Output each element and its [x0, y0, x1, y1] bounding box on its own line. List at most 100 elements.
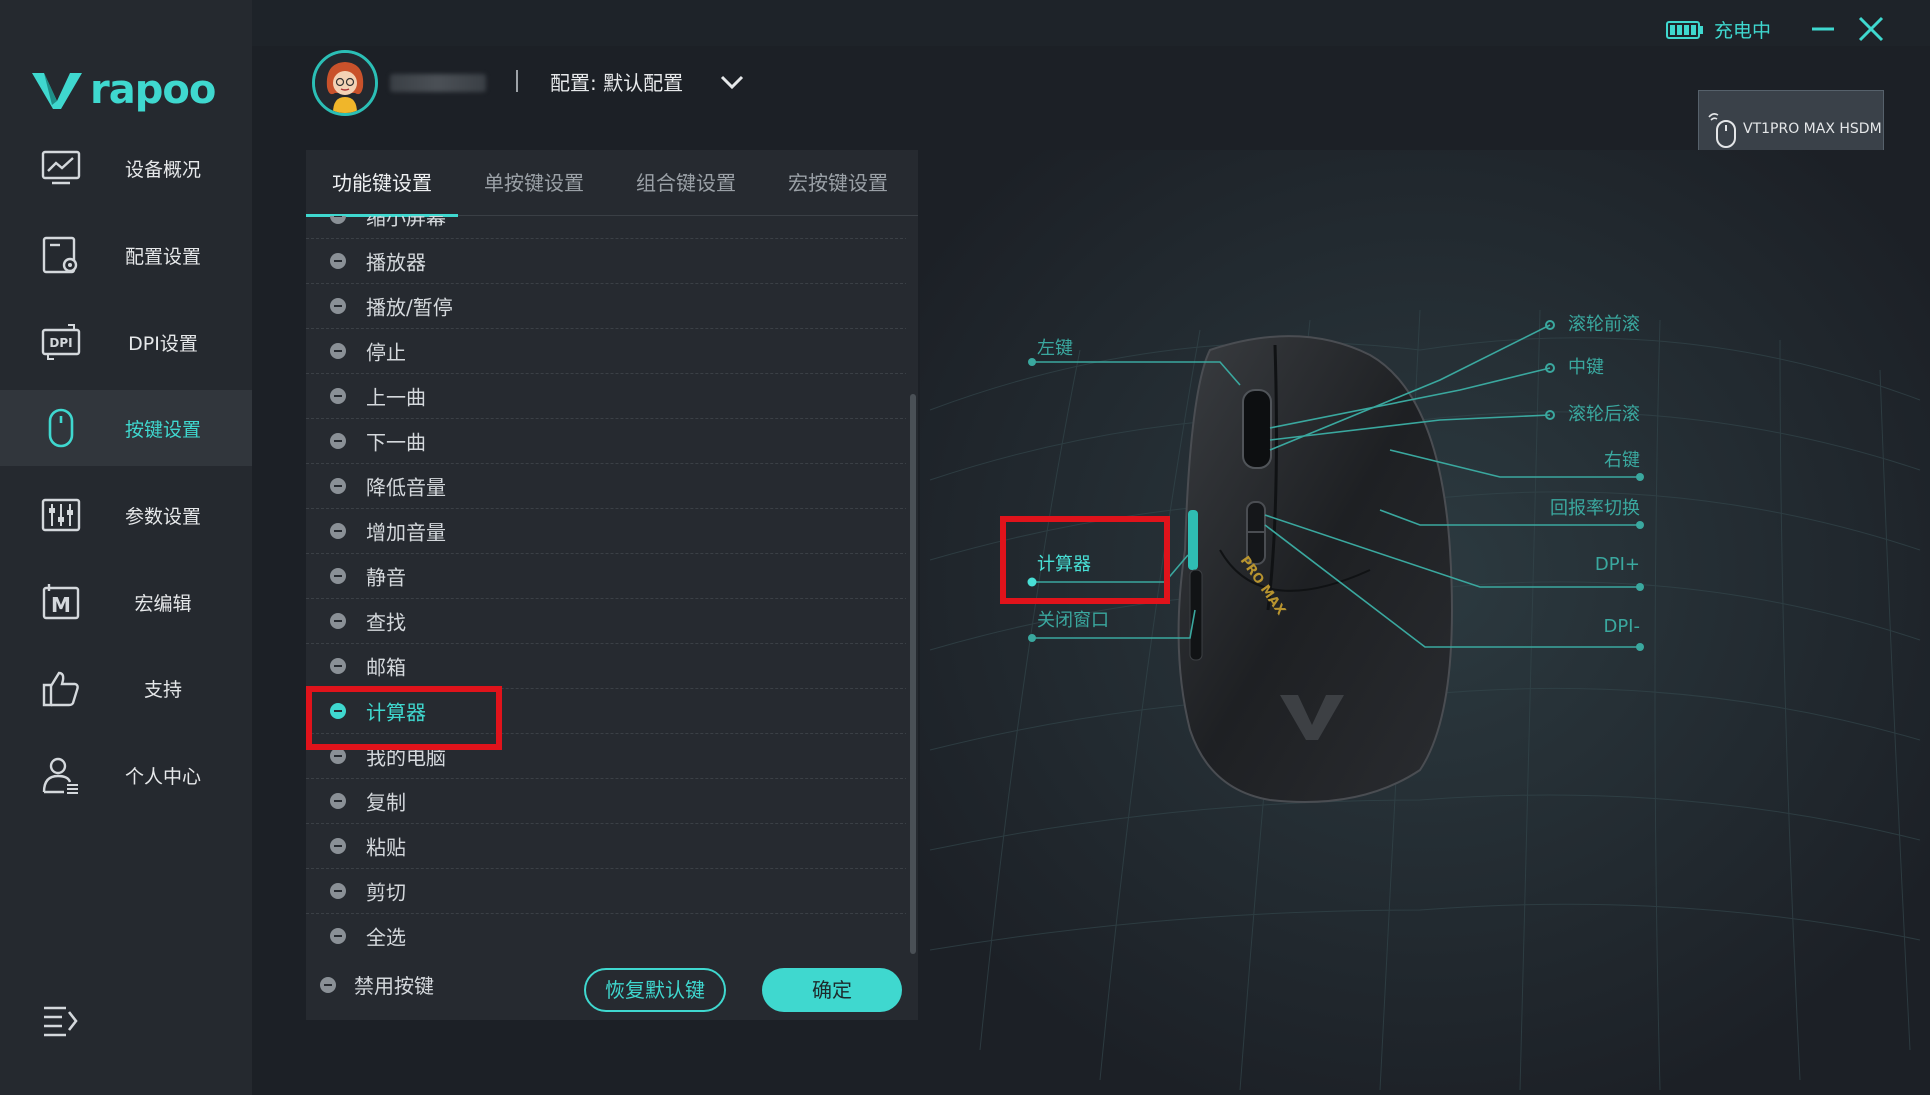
- user-center-icon: [42, 757, 78, 794]
- list-item[interactable]: 粘贴: [306, 824, 906, 869]
- radio-icon: [330, 343, 346, 359]
- sidebar-item-device-overview[interactable]: 设备概况: [0, 130, 252, 206]
- radio-icon: [330, 658, 346, 674]
- key-function-panel: 功能键设置 单按键设置 组合键设置 宏按键设置 缩小屏幕 播放器 播放/暂停 停…: [306, 150, 918, 1020]
- sidebar-item-label: 支持: [143, 678, 182, 701]
- list-item-label: 上一曲: [366, 385, 426, 410]
- sidebar-item-key-settings[interactable]: 按键设置: [0, 390, 252, 466]
- callout-side-button-front[interactable]: 计算器: [1037, 550, 1091, 576]
- list-item[interactable]: 我的电脑: [306, 734, 906, 779]
- radio-icon: [330, 478, 346, 494]
- tab-function-keys[interactable]: 功能键设置: [306, 150, 458, 217]
- callout-left-button[interactable]: 左键: [1037, 334, 1073, 360]
- sidebar-item-parameter-settings[interactable]: 参数设置: [0, 477, 252, 553]
- radio-icon: [330, 523, 346, 539]
- avatar[interactable]: [312, 50, 378, 116]
- tab-bar: 功能键设置 单按键设置 组合键设置 宏按键设置: [306, 150, 918, 217]
- callout-dpi-down[interactable]: DPI-: [1520, 616, 1640, 637]
- list-item-label: 增加音量: [366, 520, 446, 545]
- tab-macro-key[interactable]: 宏按键设置: [762, 150, 914, 216]
- list-item[interactable]: 邮箱: [306, 644, 906, 689]
- radio-icon: [330, 298, 346, 314]
- dpi-icon: DPI: [41, 324, 81, 360]
- list-item[interactable]: 查找: [306, 599, 906, 644]
- list-item-label: 我的电脑: [366, 745, 446, 770]
- wireless-mouse-icon: [1708, 113, 1736, 148]
- disable-key-label: 禁用按键: [354, 974, 434, 998]
- list-item[interactable]: 播放/暂停: [306, 284, 906, 329]
- radio-icon: [330, 253, 346, 269]
- callout-right-button[interactable]: 右键: [1520, 446, 1640, 472]
- device-name: VT1PRO MAX HSDM: [1743, 121, 1882, 137]
- sidebar-item-config-settings[interactable]: 配置设置: [0, 217, 252, 293]
- list-item-label: 剪切: [366, 880, 406, 905]
- function-list: 缩小屏幕 播放器 播放/暂停 停止 上一曲 下一曲 降低音量 增加音量 静音 查…: [306, 216, 906, 956]
- callout-dpi-up[interactable]: DPI+: [1520, 554, 1640, 575]
- list-item[interactable]: 停止: [306, 329, 906, 374]
- sidebar: rapoo 设备概况 配置设置 DPI DPI设置 按键设置 参数设置 M 宏编…: [0, 0, 252, 1095]
- mouse-diagram: PRO MAX 左键 计算器 关闭窗口 滚轮前滚 中键 滚轮后滚 右键 回报率切…: [920, 150, 1930, 1095]
- rapoo-logo: rapoo: [30, 62, 220, 118]
- radio-icon: [330, 928, 346, 944]
- radio-icon: [330, 433, 346, 449]
- list-item[interactable]: 缩小屏幕: [306, 216, 906, 239]
- chevron-down-icon[interactable]: [718, 70, 746, 94]
- disable-key-option[interactable]: 禁用按键: [320, 970, 434, 999]
- avatar-icon: [315, 53, 375, 113]
- list-item-label: 降低音量: [366, 475, 446, 500]
- list-item-label: 计算器: [366, 700, 426, 725]
- radio-icon: [330, 388, 346, 404]
- list-item[interactable]: 下一曲: [306, 419, 906, 464]
- battery-icon: [1666, 20, 1703, 39]
- callout-scroll-down[interactable]: 滚轮后滚: [1568, 400, 1640, 426]
- list-item-selected[interactable]: 计算器: [306, 689, 906, 734]
- list-item-label: 全选: [366, 925, 406, 950]
- sidebar-item-label: 设备概况: [124, 158, 201, 181]
- list-item[interactable]: 播放器: [306, 239, 906, 284]
- sidebar-item-label: DPI设置: [128, 332, 198, 355]
- callout-polling-rate[interactable]: 回报率切换: [1500, 494, 1640, 520]
- list-item-label: 缩小屏幕: [366, 216, 446, 230]
- list-item[interactable]: 全选: [306, 914, 906, 956]
- sidebar-item-user-center[interactable]: 个人中心: [0, 737, 252, 813]
- close-icon[interactable]: [1856, 14, 1886, 44]
- list-item-label: 停止: [366, 340, 406, 365]
- sidebar-item-label: 参数设置: [124, 505, 201, 528]
- radio-icon: [330, 793, 346, 809]
- confirm-button[interactable]: 确定: [762, 968, 902, 1012]
- callout-middle-button[interactable]: 中键: [1568, 353, 1604, 379]
- radio-icon: [330, 883, 346, 899]
- list-item-label: 播放器: [366, 250, 426, 275]
- sidebar-item-label: 宏编辑: [134, 592, 192, 615]
- radio-icon: [320, 976, 336, 993]
- callout-scroll-up[interactable]: 滚轮前滚: [1568, 310, 1640, 336]
- list-scrollbar[interactable]: [910, 394, 916, 954]
- restore-default-button[interactable]: 恢复默认键: [584, 968, 726, 1012]
- sidebar-item-dpi-settings[interactable]: DPI DPI设置: [0, 304, 252, 380]
- minimize-icon[interactable]: [1808, 14, 1838, 44]
- config-settings-icon: [42, 236, 78, 274]
- charging-status: 充电中: [1666, 16, 1771, 43]
- menu-collapse-icon[interactable]: [42, 1004, 80, 1038]
- tab-combo-key[interactable]: 组合键设置: [610, 150, 762, 216]
- list-item-label: 查找: [366, 610, 406, 635]
- profile-selector-label[interactable]: 配置: 默认配置: [550, 67, 683, 96]
- callout-side-button-back[interactable]: 关闭窗口: [1037, 606, 1109, 632]
- tab-single-key[interactable]: 单按键设置: [458, 150, 610, 216]
- sidebar-item-label: 按键设置: [124, 418, 201, 441]
- radio-icon: [330, 748, 346, 764]
- sidebar-item-support[interactable]: 支持: [0, 650, 252, 726]
- list-item-label: 邮箱: [366, 655, 406, 680]
- list-item[interactable]: 降低音量: [306, 464, 906, 509]
- radio-selected-icon: [330, 703, 346, 719]
- list-item[interactable]: 增加音量: [306, 509, 906, 554]
- list-item-label: 复制: [366, 790, 406, 815]
- list-item[interactable]: 剪切: [306, 869, 906, 914]
- sidebar-item-macro-editor[interactable]: M 宏编辑: [0, 564, 252, 640]
- radio-icon: [330, 613, 346, 629]
- list-item-label: 粘贴: [366, 835, 406, 860]
- list-item[interactable]: 复制: [306, 779, 906, 824]
- list-item[interactable]: 上一曲: [306, 374, 906, 419]
- thumbs-up-icon: [42, 671, 79, 707]
- list-item[interactable]: 静音: [306, 554, 906, 599]
